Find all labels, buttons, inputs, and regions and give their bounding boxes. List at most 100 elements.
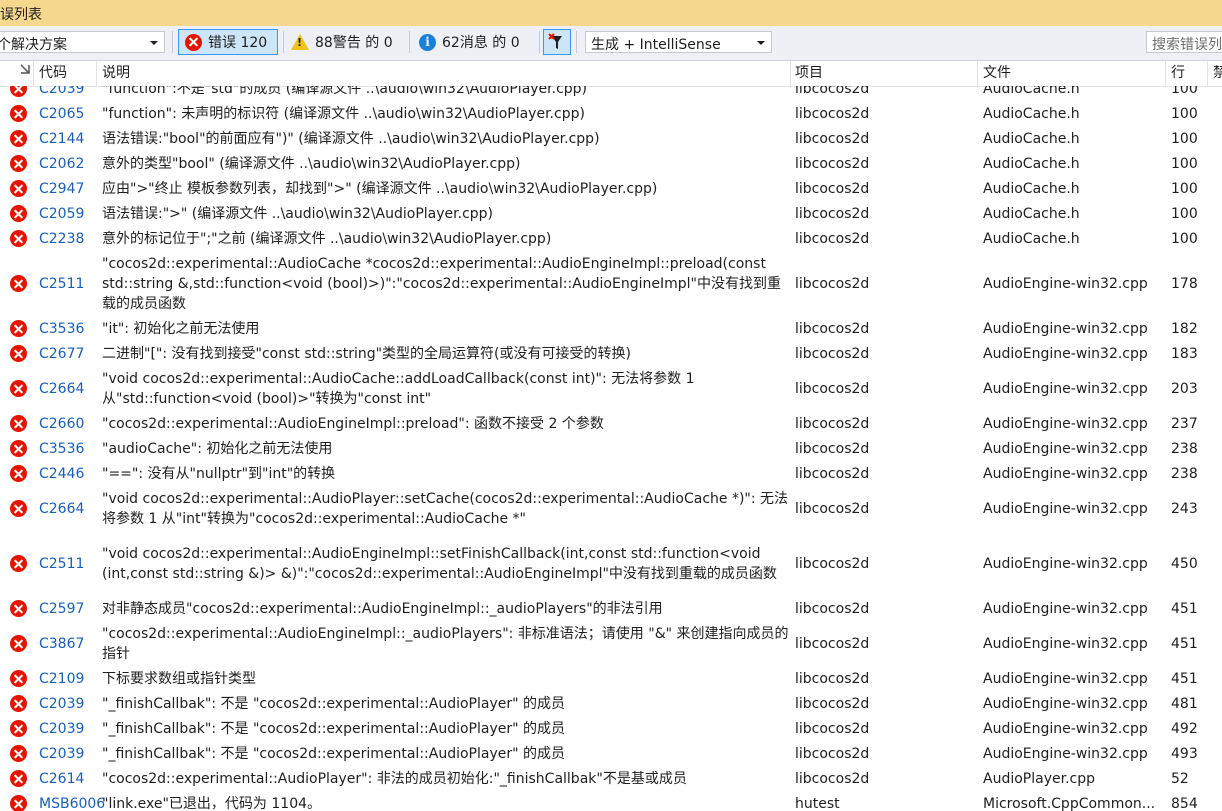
error-code-link[interactable]: C2677 — [39, 341, 84, 366]
error-code-link[interactable]: C3867 — [39, 621, 84, 666]
error-row[interactable]: C2660 "cocos2d::experimental::AudioEngine… — [0, 411, 1222, 436]
error-description-cell: "==": 没有从"nullptr"到"int"的转换 — [102, 461, 792, 486]
error-row[interactable]: C2039 "_finishCallbak": 不是 "cocos2d::expe… — [0, 716, 1222, 741]
error-row[interactable]: C2947 应由">"终止 模板参数列表，却找到">" (编译源文件 ..\aud… — [0, 176, 1222, 201]
error-project: libcocos2d — [795, 230, 870, 247]
error-code-link[interactable]: C2109 — [39, 666, 84, 691]
column-header-line[interactable]: 行 — [1171, 61, 1201, 86]
error-code-link[interactable]: C2039 — [39, 86, 84, 101]
error-description-cell: "function":不是"std"的成员 (编译源文件 ..\audio\wi… — [102, 86, 792, 101]
error-line: 451 — [1171, 635, 1198, 652]
error-row[interactable]: C2039 "function":不是"std"的成员 (编译源文件 ..\aud… — [0, 86, 1222, 101]
error-icon-cell — [10, 126, 27, 151]
error-row[interactable]: C2059 语法错误:">" (编译源文件 ..\audio\win32\Audi… — [0, 201, 1222, 226]
error-code-link[interactable]: C2511 — [39, 251, 84, 316]
column-header-file[interactable]: 文件 — [983, 61, 1158, 86]
error-row[interactable]: C2664 "void cocos2d::experimental::AudioP… — [0, 486, 1222, 531]
sort-indicator-icon — [20, 64, 30, 74]
error-icon — [10, 230, 27, 247]
error-code-link[interactable]: C2446 — [39, 461, 84, 486]
error-line: 451 — [1171, 600, 1198, 617]
error-icon-cell — [10, 436, 27, 461]
error-line: 492 — [1171, 720, 1198, 737]
error-line: 243 — [1171, 500, 1198, 517]
error-description: 语法错误:"bool"的前面应有")" (编译源文件 ..\audio\win3… — [102, 130, 600, 147]
error-row[interactable]: C2677 二进制"[": 没有找到接受"const std::string"类型… — [0, 341, 1222, 366]
column-header-project[interactable]: 项目 — [795, 61, 965, 86]
error-icon-cell — [10, 596, 27, 621]
toolbar-separator — [283, 31, 284, 53]
build-source-combo[interactable]: 生成 + IntelliSense — [585, 31, 772, 53]
error-code-link[interactable]: C2511 — [39, 531, 84, 596]
scope-combo[interactable]: 整个解决方案 — [0, 31, 165, 53]
error-code-link[interactable]: C2065 — [39, 101, 84, 126]
error-row[interactable]: C3867 "cocos2d::experimental::AudioEngine… — [0, 621, 1222, 666]
error-row[interactable]: C3536 "it": 初始化之前无法使用 libcocos2d AudioEngin… — [0, 316, 1222, 341]
error-line: 238 — [1171, 465, 1198, 482]
column-header-suppression[interactable]: 禁 — [1213, 61, 1222, 86]
error-row[interactable]: C2511 "void cocos2d::experimental::AudioE… — [0, 531, 1222, 596]
column-divider — [790, 61, 791, 86]
error-code-link[interactable]: C2660 — [39, 411, 84, 436]
error-code-link[interactable]: C2947 — [39, 176, 84, 201]
error-code-link[interactable]: C2039 — [39, 716, 84, 741]
error-project: libcocos2d — [795, 320, 870, 337]
error-code-link[interactable]: C2597 — [39, 596, 84, 621]
error-description-cell: "_finishCallbak": 不是 "cocos2d::experimen… — [102, 741, 792, 766]
error-row[interactable]: C2039 "_finishCallbak": 不是 "cocos2d::expe… — [0, 741, 1222, 766]
chevron-down-icon — [150, 41, 158, 45]
error-row[interactable]: C2511 "cocos2d::experimental::AudioCache … — [0, 251, 1222, 316]
error-code-link[interactable]: C2238 — [39, 226, 84, 251]
error-row[interactable]: C2065 "function": 未声明的标识符 (编译源文件 ..\audio… — [0, 101, 1222, 126]
error-row[interactable]: C2109 下标要求数组或指针类型 libcocos2d AudioEngine-wi… — [0, 666, 1222, 691]
column-header-code[interactable]: 代码 — [39, 61, 94, 86]
error-project: libcocos2d — [795, 720, 870, 737]
error-code-link[interactable]: C2062 — [39, 151, 84, 176]
error-line: 450 — [1171, 555, 1198, 572]
error-row[interactable]: C3536 "audioCache": 初始化之前无法使用 libcocos2d Au… — [0, 436, 1222, 461]
error-row[interactable]: C2446 "==": 没有从"nullptr"到"int"的转换 libcocos… — [0, 461, 1222, 486]
filter-toggle-button[interactable] — [543, 29, 571, 55]
error-code-link[interactable]: C2039 — [39, 691, 84, 716]
error-row[interactable]: C2664 "void cocos2d::experimental::AudioC… — [0, 366, 1222, 411]
error-code-link[interactable]: C2059 — [39, 201, 84, 226]
error-row[interactable]: C2144 语法错误:"bool"的前面应有")" (编译源文件 ..\audio… — [0, 126, 1222, 151]
error-icon-cell — [10, 411, 27, 436]
error-code-link[interactable]: C2664 — [39, 366, 84, 411]
error-code-link[interactable]: MSB6006 — [39, 791, 105, 811]
search-input[interactable]: 搜索错误列表 — [1146, 31, 1222, 53]
error-icon-cell — [10, 366, 27, 411]
errors-filter-button[interactable]: 错误 120 — [178, 29, 278, 55]
error-row[interactable]: C2039 "_finishCallbak": 不是 "cocos2d::expe… — [0, 691, 1222, 716]
error-code-link[interactable]: C3536 — [39, 436, 84, 461]
error-code-link[interactable]: C2144 — [39, 126, 84, 151]
error-row[interactable]: MSB6006 "link.exe"已退出，代码为 1104。 hutest Micr… — [0, 791, 1222, 811]
error-file: AudioPlayer.cpp — [983, 770, 1095, 787]
messages-filter-button[interactable]: i 62消息 的 0 — [413, 29, 537, 55]
error-row[interactable]: C2238 意外的标记位于";"之前 (编译源文件 ..\audio\win32\… — [0, 226, 1222, 251]
error-icon-cell — [10, 316, 27, 341]
error-project: libcocos2d — [795, 500, 870, 517]
error-line: 100 — [1171, 180, 1198, 197]
warnings-filter-button[interactable]: ! 88警告 的 0 — [285, 29, 407, 55]
error-description-cell: "it": 初始化之前无法使用 — [102, 316, 792, 341]
error-line: 100 — [1171, 130, 1198, 147]
error-row[interactable]: C2614 "cocos2d::experimental::AudioPlayer… — [0, 766, 1222, 791]
error-icon — [10, 275, 27, 292]
error-icon-cell — [10, 176, 27, 201]
error-description: "function":不是"std"的成员 (编译源文件 ..\audio\wi… — [102, 86, 588, 97]
error-project: libcocos2d — [795, 440, 870, 457]
error-row[interactable]: C2062 意外的类型"bool" (编译源文件 ..\audio\win32\A… — [0, 151, 1222, 176]
error-description-cell: "cocos2d::experimental::AudioCache *coco… — [102, 251, 792, 316]
error-row[interactable]: C2597 对非静态成员"cocos2d::experimental::Audio… — [0, 596, 1222, 621]
error-code-link[interactable]: C2614 — [39, 766, 84, 791]
error-code-link[interactable]: C2039 — [39, 741, 84, 766]
error-file: AudioCache.h — [983, 205, 1080, 222]
error-code-link[interactable]: C3536 — [39, 316, 84, 341]
error-project: libcocos2d — [795, 465, 870, 482]
column-header-description[interactable]: 说明 — [102, 61, 782, 86]
error-line: 854 — [1171, 795, 1198, 811]
filter-funnel-icon — [548, 33, 562, 49]
error-code-link[interactable]: C2664 — [39, 486, 84, 531]
error-icon — [10, 345, 27, 362]
